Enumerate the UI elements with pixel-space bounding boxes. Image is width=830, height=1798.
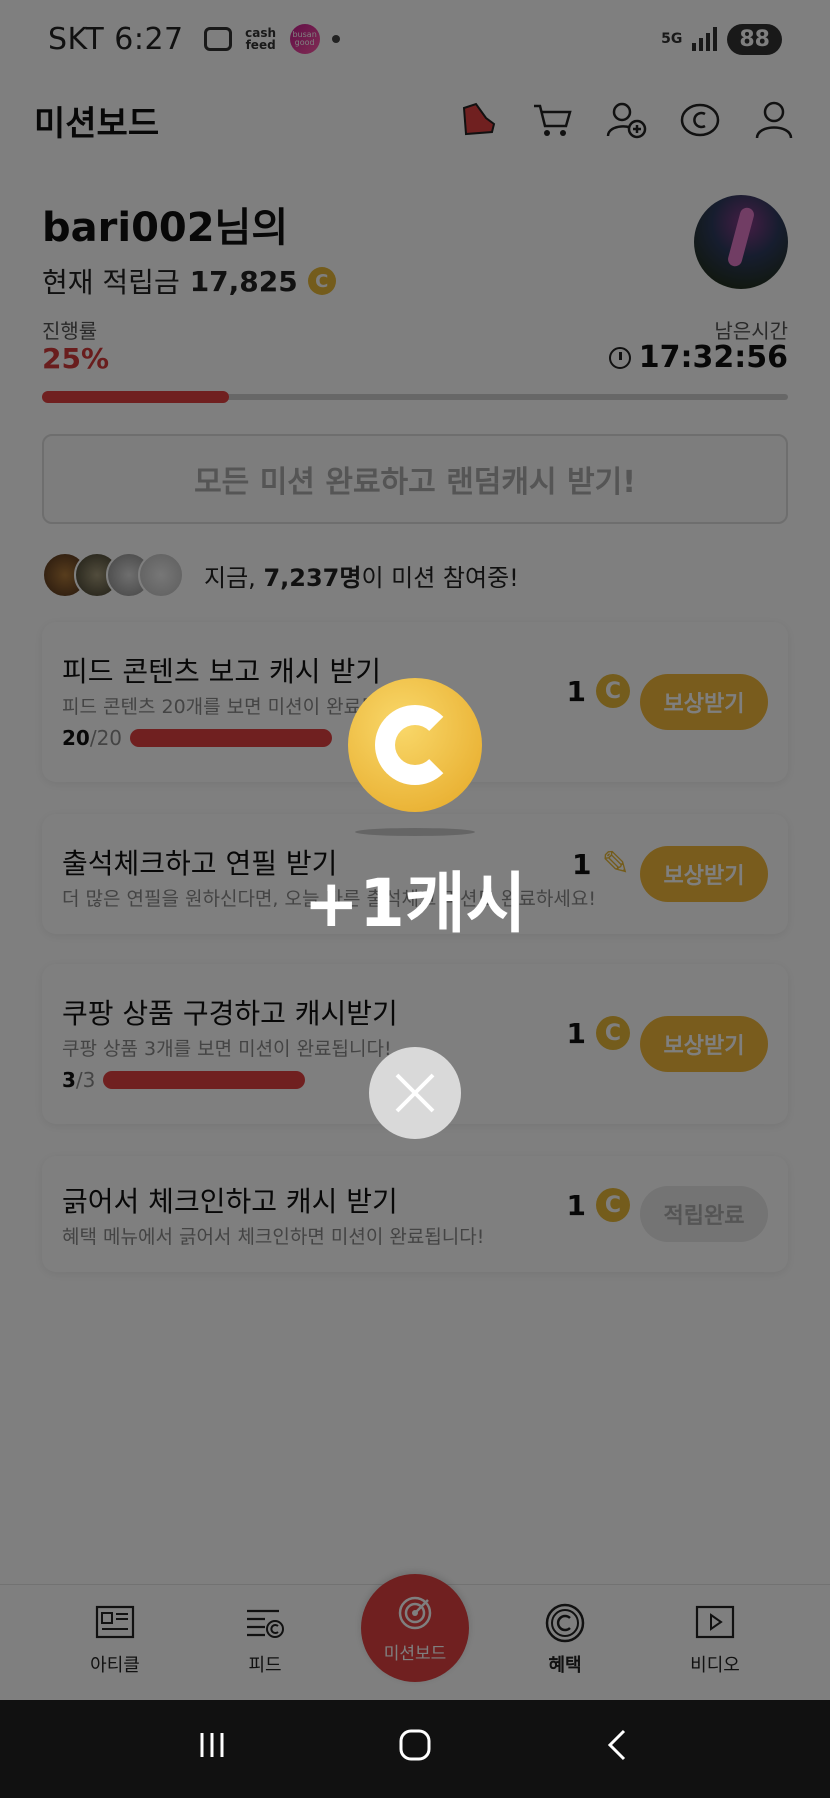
back-button[interactable] [578,1725,658,1774]
coin-shadow [355,828,475,836]
reward-cash-text: +1캐시 [303,865,527,942]
recent-apps-button[interactable] [172,1725,252,1774]
close-icon [395,1073,435,1113]
recent-apps-icon [200,1732,224,1757]
home-button[interactable] [375,1725,455,1774]
close-button[interactable] [369,1047,461,1139]
system-nav-bar [0,1700,830,1798]
home-icon [399,1729,431,1760]
big-coin-icon [348,678,482,812]
back-icon [608,1729,626,1760]
